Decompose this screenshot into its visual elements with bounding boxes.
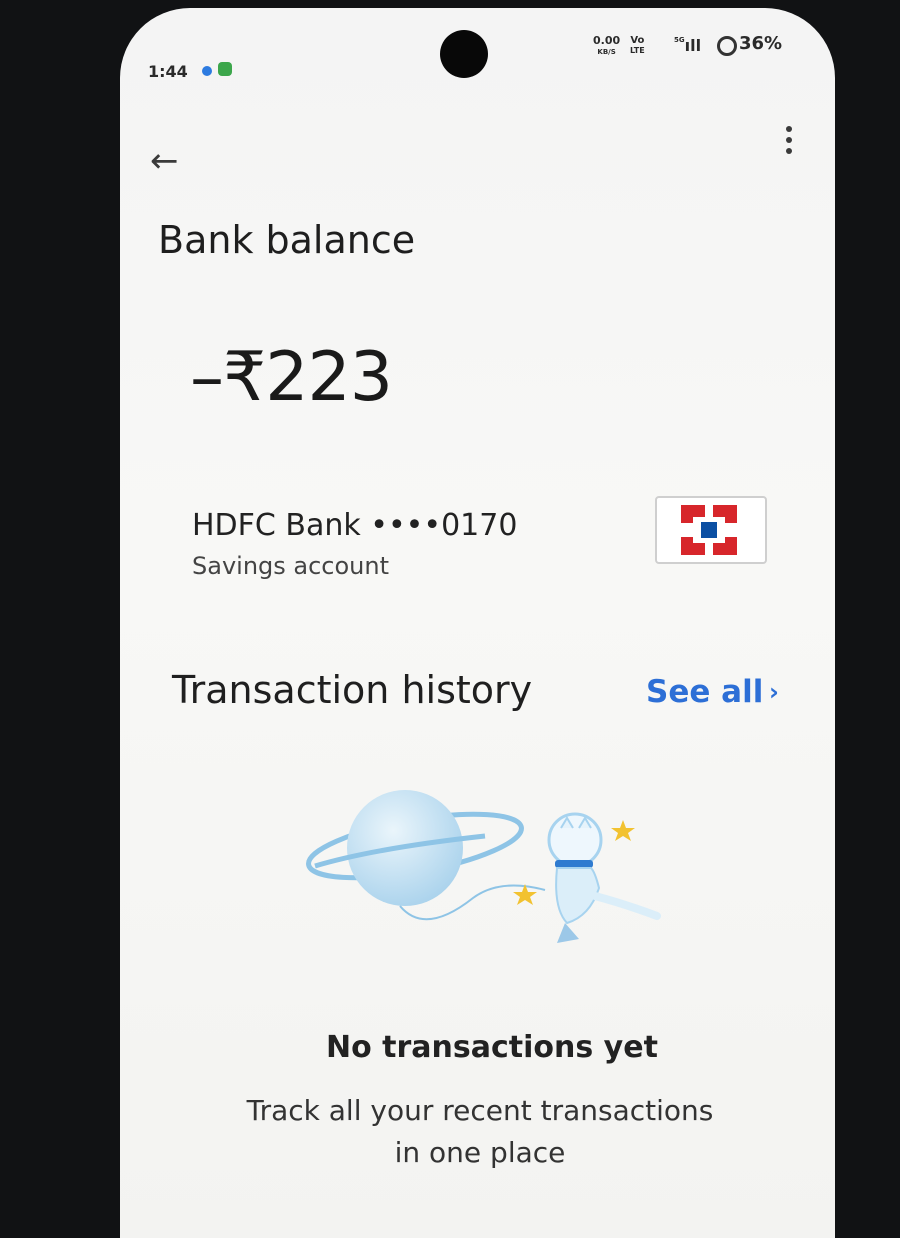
app-notification-icon xyxy=(218,62,232,76)
astronaut-cat-icon xyxy=(547,812,661,943)
network-speed: 0.00 KB/S xyxy=(593,34,621,57)
battery-icon xyxy=(717,36,737,56)
balance-amount: –₹223 xyxy=(190,338,393,417)
chevron-right-icon[interactable]: › xyxy=(769,678,779,706)
network-speed-unit: KB/S xyxy=(597,48,616,56)
more-options-button[interactable] xyxy=(784,126,794,162)
empty-state-subtitle: Track all your recent transactions in on… xyxy=(246,1094,714,1169)
status-time: 1:44 xyxy=(148,62,188,81)
notification-icon xyxy=(202,66,212,76)
front-camera xyxy=(440,30,488,78)
battery-percentage: 36% xyxy=(739,33,783,54)
network-speed-value: 0.00 xyxy=(593,34,621,47)
hdfc-logo-center xyxy=(701,522,717,538)
empty-state-title: No transactions yet xyxy=(326,1030,658,1065)
phone-screen: 1:44 0.00 KB/S Vo LTE 5Gıll 36% ← Bank b… xyxy=(120,8,835,1238)
bank-name: HDFC Bank ••••0170 xyxy=(192,508,518,543)
status-bar: 1:44 0.00 KB/S Vo LTE 5Gıll 36% xyxy=(120,8,835,88)
account-type: Savings account xyxy=(192,552,390,580)
signal-label: 5G xyxy=(674,36,685,44)
hdfc-bank-logo xyxy=(655,496,767,564)
volte-indicator: Vo LTE xyxy=(630,36,645,56)
see-all-link[interactable]: See all xyxy=(646,674,763,710)
transaction-history-title: Transaction history xyxy=(172,668,533,712)
more-vert-icon xyxy=(784,126,794,154)
signal-strength-icon: 5Gıll xyxy=(674,36,702,55)
star-icon xyxy=(611,820,635,841)
volte-line1: Vo xyxy=(630,35,645,46)
volte-line2: LTE xyxy=(630,46,645,55)
page-title: Bank balance xyxy=(158,218,416,262)
empty-state-illustration xyxy=(306,790,661,943)
back-button[interactable]: ← xyxy=(150,144,179,178)
arrow-left-icon: ← xyxy=(150,141,179,181)
